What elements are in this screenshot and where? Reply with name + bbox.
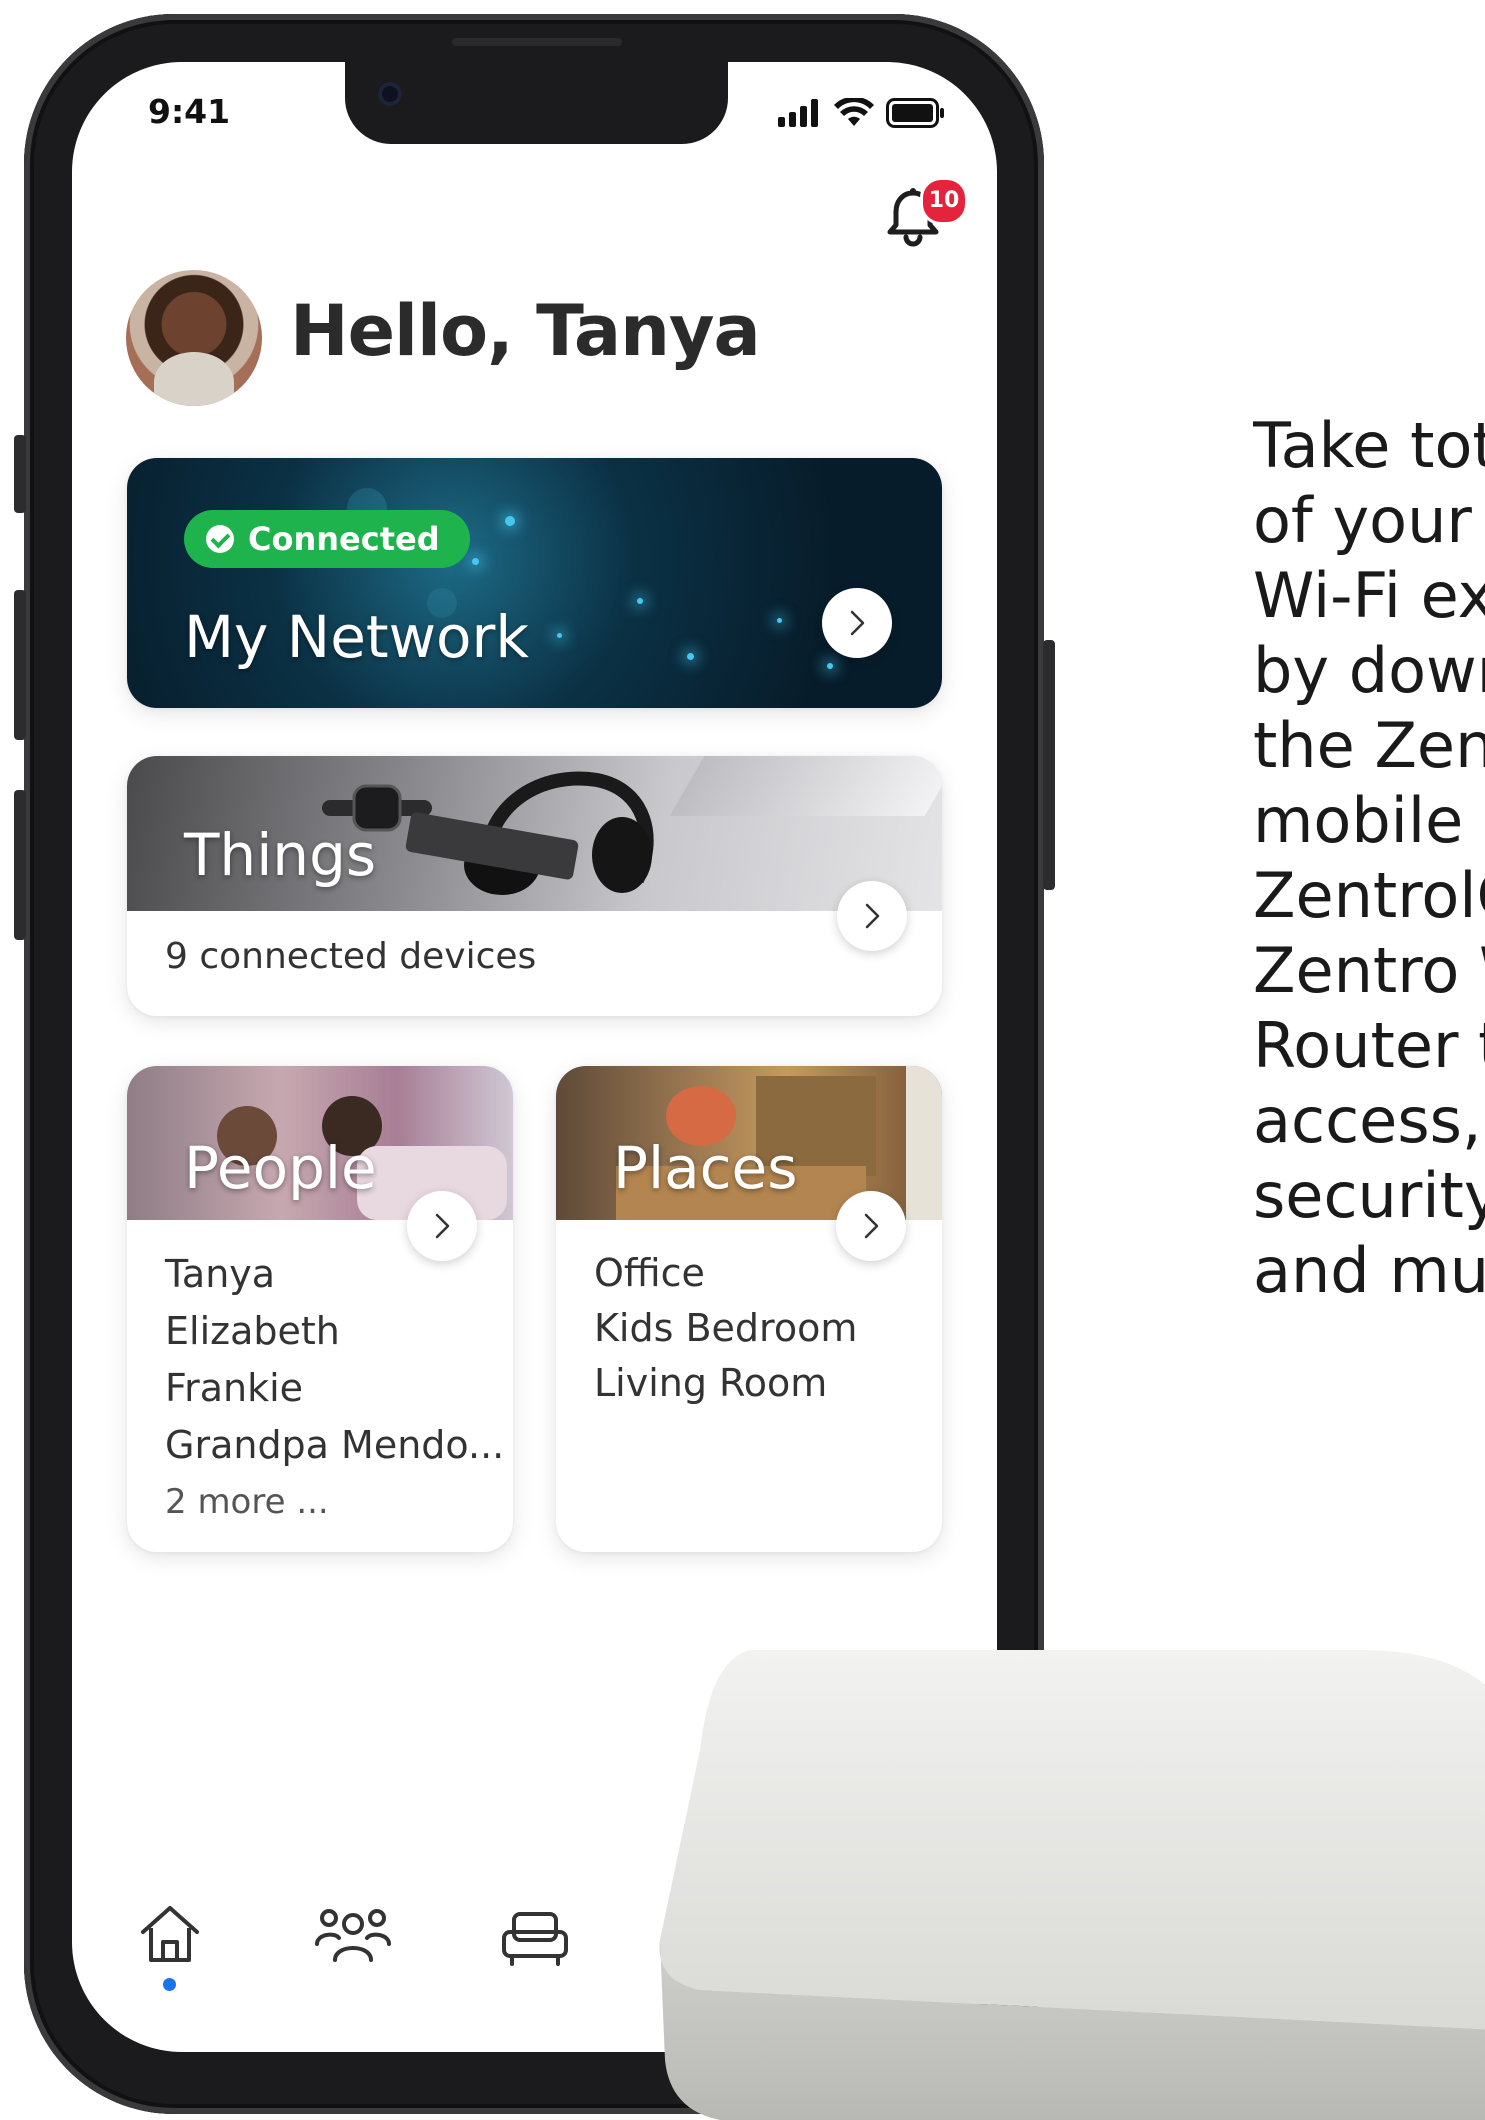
- phone-volume-up-button: [14, 590, 26, 740]
- phone-power-button: [1043, 640, 1055, 890]
- marketing-line: mobile a: [1253, 784, 1485, 857]
- greeting-title: Hello, Tanya: [290, 290, 761, 372]
- marketing-line: by down: [1253, 634, 1485, 707]
- nav-people-icon[interactable]: [315, 1900, 391, 1970]
- status-icons: [778, 98, 944, 128]
- battery-icon: [886, 98, 944, 128]
- places-card[interactable]: Places Office Kids Bedroom Living Room: [556, 1066, 942, 1552]
- chevron-right-icon: [435, 1213, 450, 1239]
- phone-speaker: [452, 38, 622, 46]
- phone-notch: [345, 62, 728, 144]
- my-network-title: My Network: [184, 603, 529, 671]
- cellular-signal-icon: [778, 99, 818, 127]
- marketing-line: ZentrolQ: [1253, 859, 1485, 932]
- chevron-right-icon: [865, 903, 880, 929]
- my-network-card[interactable]: Connected My Network: [127, 458, 942, 708]
- person-item: Elizabeth: [165, 1309, 340, 1353]
- nav-places-sofa-icon[interactable]: [500, 1900, 570, 1970]
- marketing-line: of your i: [1253, 484, 1485, 557]
- phone-volume-down-button: [14, 790, 26, 940]
- places-list: Office Kids Bedroom Living Room: [594, 1246, 857, 1411]
- marketing-line: and muc: [1253, 1234, 1485, 1307]
- notification-count-badge: 10: [920, 177, 968, 225]
- check-circle-icon: [206, 525, 234, 553]
- status-time: 9:41: [148, 92, 231, 131]
- user-avatar[interactable]: [126, 270, 262, 406]
- wifi-icon: [834, 98, 874, 126]
- laptop-illustration: [669, 756, 942, 816]
- marketing-line: Wi-Fi ex: [1253, 559, 1485, 632]
- person-item: Frankie: [165, 1366, 304, 1410]
- nav-home-icon[interactable]: [135, 1900, 205, 1970]
- person-item: Tanya: [165, 1252, 276, 1296]
- marketing-line: the Zent: [1253, 709, 1485, 782]
- people-more-link[interactable]: 2 more ...: [165, 1474, 504, 1531]
- place-item: Office: [594, 1251, 705, 1295]
- place-item: Kids Bedroom: [594, 1306, 858, 1350]
- connected-status-label: Connected: [248, 520, 440, 558]
- chevron-right-icon: [864, 1213, 879, 1239]
- my-network-chevron-button[interactable]: [822, 588, 892, 658]
- marketing-line: access,: [1253, 1084, 1482, 1157]
- marketing-line: Router t: [1253, 1009, 1485, 1082]
- things-card[interactable]: Things 9 connected devices: [127, 756, 942, 1016]
- nav-active-indicator: [163, 1978, 176, 1991]
- things-subtitle: 9 connected devices: [165, 936, 537, 977]
- chevron-right-icon: [850, 610, 865, 636]
- front-camera: [378, 82, 402, 106]
- router-product-image: [659, 1650, 1485, 2120]
- places-title: Places: [613, 1134, 798, 1202]
- people-card[interactable]: People Tanya Elizabeth Frankie Grandpa M…: [127, 1066, 513, 1552]
- marketing-copy: Take tota of your i Wi-Fi ex by down the…: [1253, 408, 1485, 1308]
- phone-mute-switch: [14, 435, 26, 513]
- things-title: Things: [184, 821, 377, 889]
- marketing-line: Take tota: [1253, 409, 1485, 482]
- connected-status-badge: Connected: [184, 510, 470, 568]
- people-list: Tanya Elizabeth Frankie Grandpa Mendo...…: [165, 1246, 504, 1531]
- person-item: Grandpa Mendo...: [165, 1423, 505, 1467]
- marketing-line: security: [1253, 1159, 1485, 1232]
- place-item: Living Room: [594, 1361, 828, 1405]
- people-title: People: [184, 1134, 377, 1202]
- marketing-line: Zentro W: [1253, 934, 1485, 1007]
- things-chevron-button[interactable]: [837, 881, 907, 951]
